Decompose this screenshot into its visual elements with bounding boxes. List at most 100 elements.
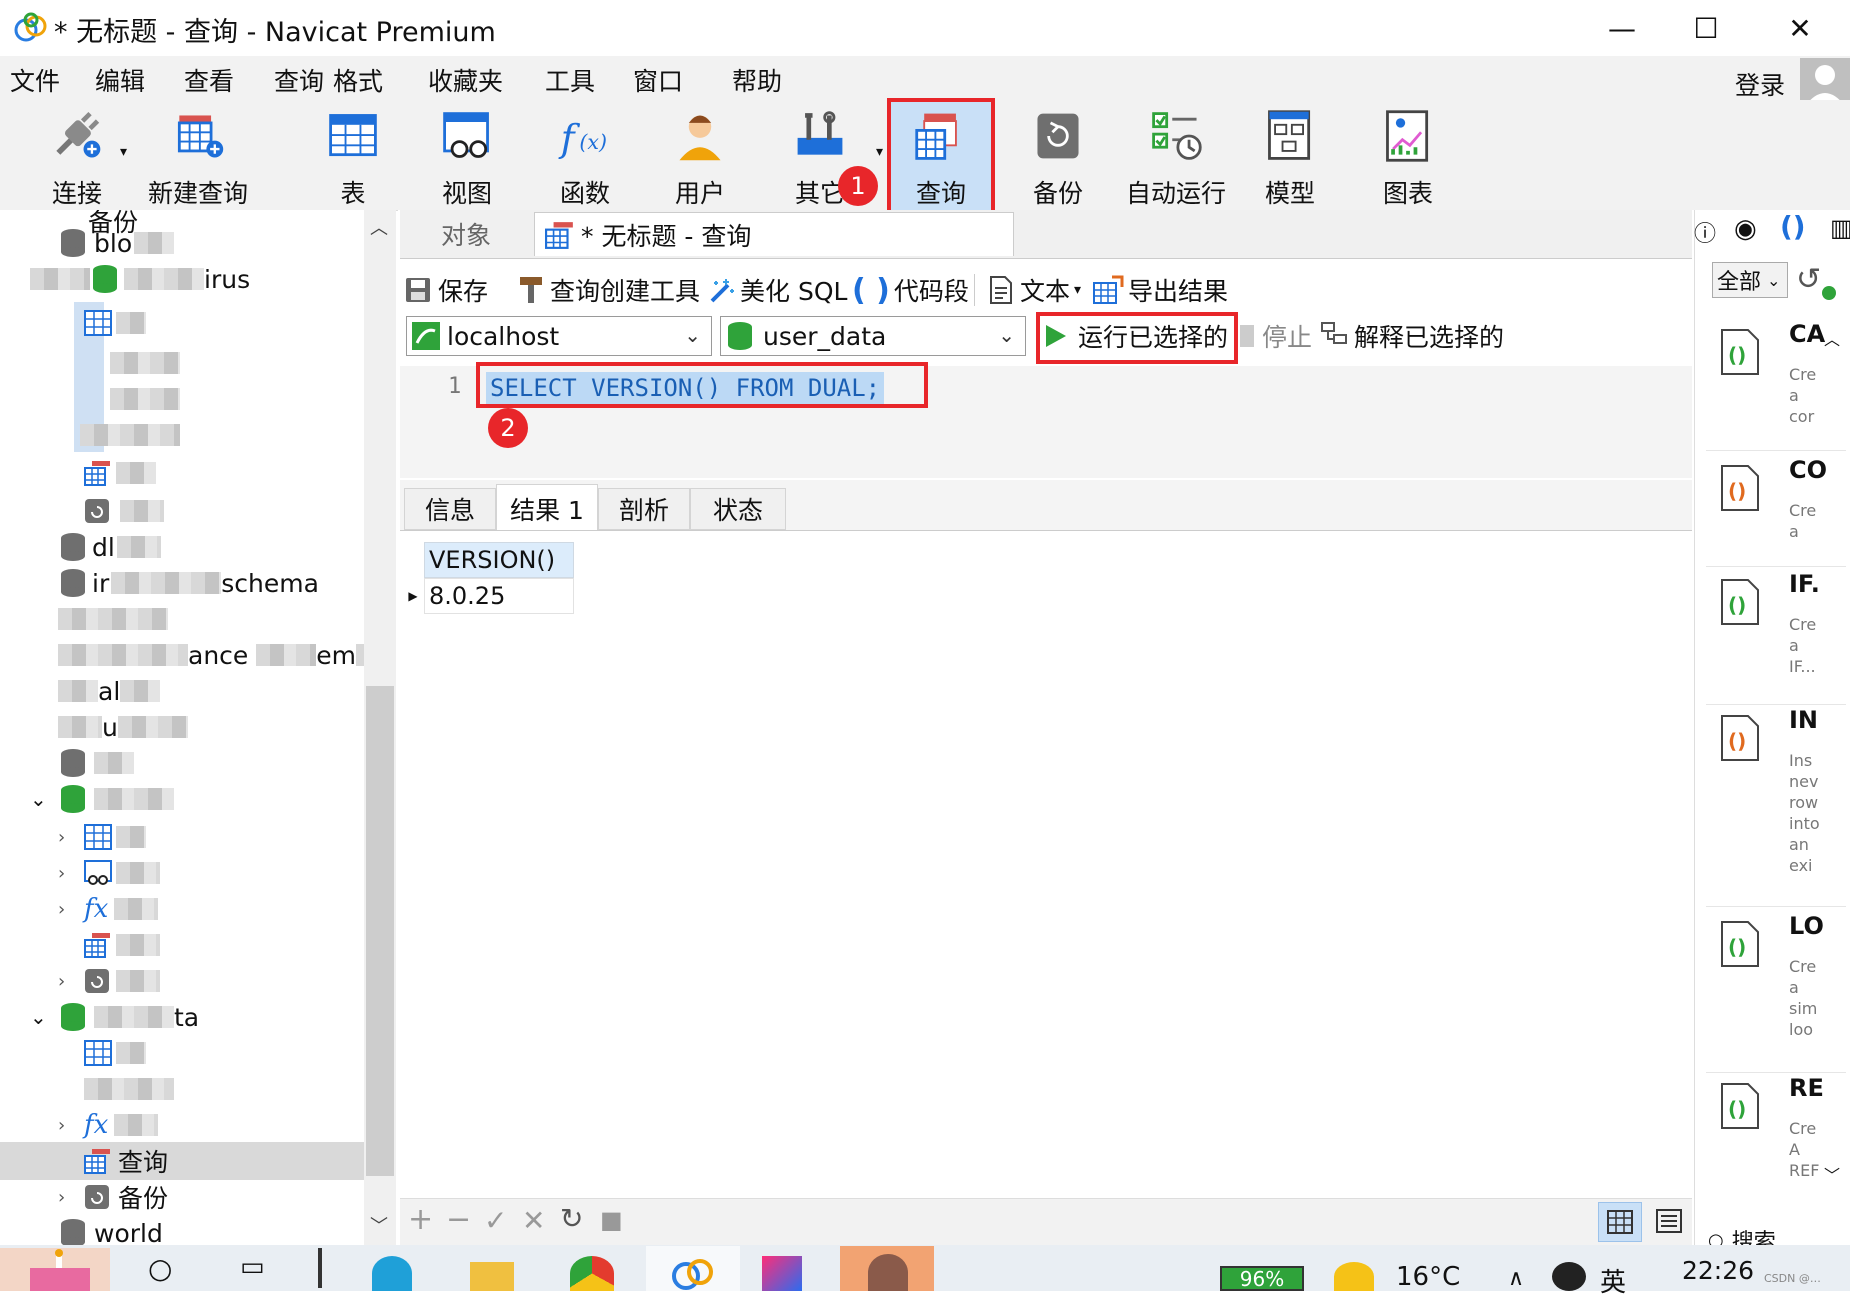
snippet-item[interactable]: () IN Ins nev row into an exi: [1706, 706, 1846, 907]
chevron-down-icon[interactable]: ⌄: [30, 787, 58, 811]
ime-indicator[interactable]: 英: [1600, 1262, 1626, 1299]
scroll-up-icon[interactable]: ︿: [370, 214, 388, 240]
nav-item-db-user-data[interactable]: ⌄ ta: [30, 1000, 199, 1034]
nav-item-queries[interactable]: [84, 456, 156, 490]
function-button[interactable]: f (x) 函数: [550, 100, 620, 210]
taskbar-widget[interactable]: [0, 1248, 110, 1291]
result-tab-profile[interactable]: 剖析: [598, 488, 690, 530]
menu-help[interactable]: 帮助: [732, 62, 782, 98]
nav-item-db-blog[interactable]: blo: [58, 226, 175, 260]
refresh-button[interactable]: ↻: [560, 1202, 583, 1235]
nav-item-db-blurred[interactable]: [58, 746, 134, 780]
tab-objects[interactable]: 对象: [400, 212, 532, 256]
delete-record-button[interactable]: −: [446, 1202, 471, 1237]
maximize-button[interactable]: ☐: [1676, 8, 1736, 48]
text-button[interactable]: 文本 ▾: [988, 268, 1081, 312]
snippet-scroll-up-icon[interactable]: ︿: [1824, 326, 1840, 350]
nav-item-db-dl[interactable]: dl: [58, 530, 161, 564]
snippet-item[interactable]: () CO Cre a: [1706, 456, 1846, 567]
database-select[interactable]: user_data ⌄: [720, 316, 1026, 356]
snippet-filter-select[interactable]: 全部 ⌄: [1712, 262, 1788, 298]
menu-file[interactable]: 文件: [10, 62, 60, 98]
stop-load-button[interactable]: ■: [600, 1206, 623, 1234]
battery-indicator[interactable]: 96%: [1220, 1266, 1304, 1291]
chevron-right-icon[interactable]: ›: [58, 1187, 84, 1208]
chevron-right-icon[interactable]: ›: [58, 899, 84, 920]
menu-favorites[interactable]: 收藏夹: [428, 62, 503, 98]
chevron-right-icon[interactable]: ›: [58, 827, 84, 848]
connection-button[interactable]: 连接: [22, 100, 132, 210]
clock[interactable]: 22:26: [1682, 1256, 1754, 1285]
explain-selected-button[interactable]: 解释已选择的: [1320, 316, 1504, 356]
nav-item-functions-3[interactable]: › fx: [58, 1108, 159, 1142]
save-button[interactable]: 保存: [404, 268, 488, 312]
search-icon[interactable]: ○: [148, 1252, 172, 1285]
result-tab-status[interactable]: 状态: [690, 488, 786, 530]
qq-icon[interactable]: [1552, 1262, 1586, 1291]
grid-cell[interactable]: 8.0.25: [424, 578, 574, 614]
temperature[interactable]: 16°C: [1396, 1262, 1460, 1292]
chevron-right-icon[interactable]: ›: [58, 1115, 84, 1136]
nav-item-tables-2[interactable]: ›: [58, 820, 146, 854]
run-selected-button[interactable]: 运行已选择的: [1044, 316, 1228, 356]
nav-item-db-virus[interactable]: irus: [30, 262, 250, 296]
menu-format[interactable]: 格式: [333, 62, 383, 98]
chrome-icon[interactable]: [570, 1256, 614, 1291]
nav-item-functions-2[interactable]: › fx: [58, 892, 159, 926]
nav-item-queries-2[interactable]: [84, 928, 160, 962]
add-record-button[interactable]: +: [408, 1202, 433, 1237]
menu-query[interactable]: 查询: [274, 62, 324, 98]
chart-button[interactable]: 图表: [1372, 100, 1444, 210]
nav-item-queries-selected[interactable]: 查询: [0, 1142, 364, 1180]
chevron-up-icon[interactable]: ∧: [1508, 1266, 1524, 1291]
grid-view-button[interactable]: [1598, 1202, 1642, 1242]
task-view-icon[interactable]: ▭: [240, 1252, 265, 1282]
discard-changes-button[interactable]: ✕: [522, 1204, 545, 1237]
backup-button[interactable]: 备份: [1022, 100, 1094, 210]
auto-run-button[interactable]: 自动运行: [1124, 100, 1228, 210]
form-view-button[interactable]: [1648, 1202, 1690, 1240]
table-button[interactable]: 表: [318, 100, 388, 210]
tab-untitled-query[interactable]: * 无标题 - 查询: [534, 212, 1014, 256]
nav-item-db-information-schema[interactable]: ir schema: [58, 566, 319, 600]
add-snippet-icon[interactable]: ↺: [1796, 262, 1821, 297]
other-dropdown-icon[interactable]: ▾: [876, 144, 883, 160]
edge-browser-icon[interactable]: [372, 1256, 412, 1291]
view-button[interactable]: 视图: [432, 100, 502, 210]
nav-item-views-2[interactable]: ›: [58, 856, 160, 890]
beautify-sql-button[interactable]: 美化 SQL: [706, 268, 847, 312]
new-query-button[interactable]: 新建查询: [138, 100, 258, 210]
close-button[interactable]: ✕: [1770, 8, 1830, 48]
chevron-down-icon[interactable]: ⌄: [30, 1005, 58, 1029]
chevron-right-icon[interactable]: ›: [58, 863, 84, 884]
nav-item-db-al[interactable]: al: [58, 674, 161, 708]
taskbar-app-photo[interactable]: [840, 1246, 934, 1291]
navicat-taskbar-button[interactable]: [646, 1246, 740, 1291]
query-builder-button[interactable]: 查询创建工具: [518, 268, 700, 312]
scroll-down-icon[interactable]: ﹀: [370, 1212, 388, 1238]
grid-column-header[interactable]: VERSION(): [424, 542, 574, 578]
panel-layout-icon[interactable]: ▥: [1830, 214, 1850, 242]
snippet-scroll-down-icon[interactable]: ﹀: [1824, 1162, 1840, 1186]
eye-icon[interactable]: ◉: [1734, 214, 1757, 244]
nav-item-db-world[interactable]: world: [58, 1216, 163, 1245]
result-tab-result-1[interactable]: 结果 1: [496, 484, 598, 532]
menu-window[interactable]: 窗口: [633, 62, 683, 98]
avatar[interactable]: [1800, 58, 1850, 106]
code-snippet-button[interactable]: ( ) 代码段: [852, 268, 969, 312]
intellij-icon[interactable]: [762, 1256, 802, 1291]
info-icon[interactable]: ⓘ: [1694, 216, 1716, 248]
result-tab-info[interactable]: 信息: [404, 488, 496, 530]
query-button[interactable]: 查询: [905, 100, 977, 210]
nav-item-backups-3[interactable]: › 备份: [58, 1180, 168, 1214]
chevron-right-icon[interactable]: ›: [58, 971, 84, 992]
user-button[interactable]: 用户: [665, 100, 735, 210]
snippet-item[interactable]: () LO Cre a sim loo: [1706, 912, 1846, 1073]
connection-dropdown-icon[interactable]: ▾: [120, 144, 127, 160]
login-link[interactable]: 登录: [1735, 66, 1785, 102]
export-result-button[interactable]: 导出结果: [1092, 268, 1228, 312]
menu-tools[interactable]: 工具: [545, 62, 595, 98]
minimize-button[interactable]: —: [1592, 8, 1652, 48]
menu-view[interactable]: 查看: [184, 62, 234, 98]
menu-edit[interactable]: 编辑: [95, 62, 145, 98]
